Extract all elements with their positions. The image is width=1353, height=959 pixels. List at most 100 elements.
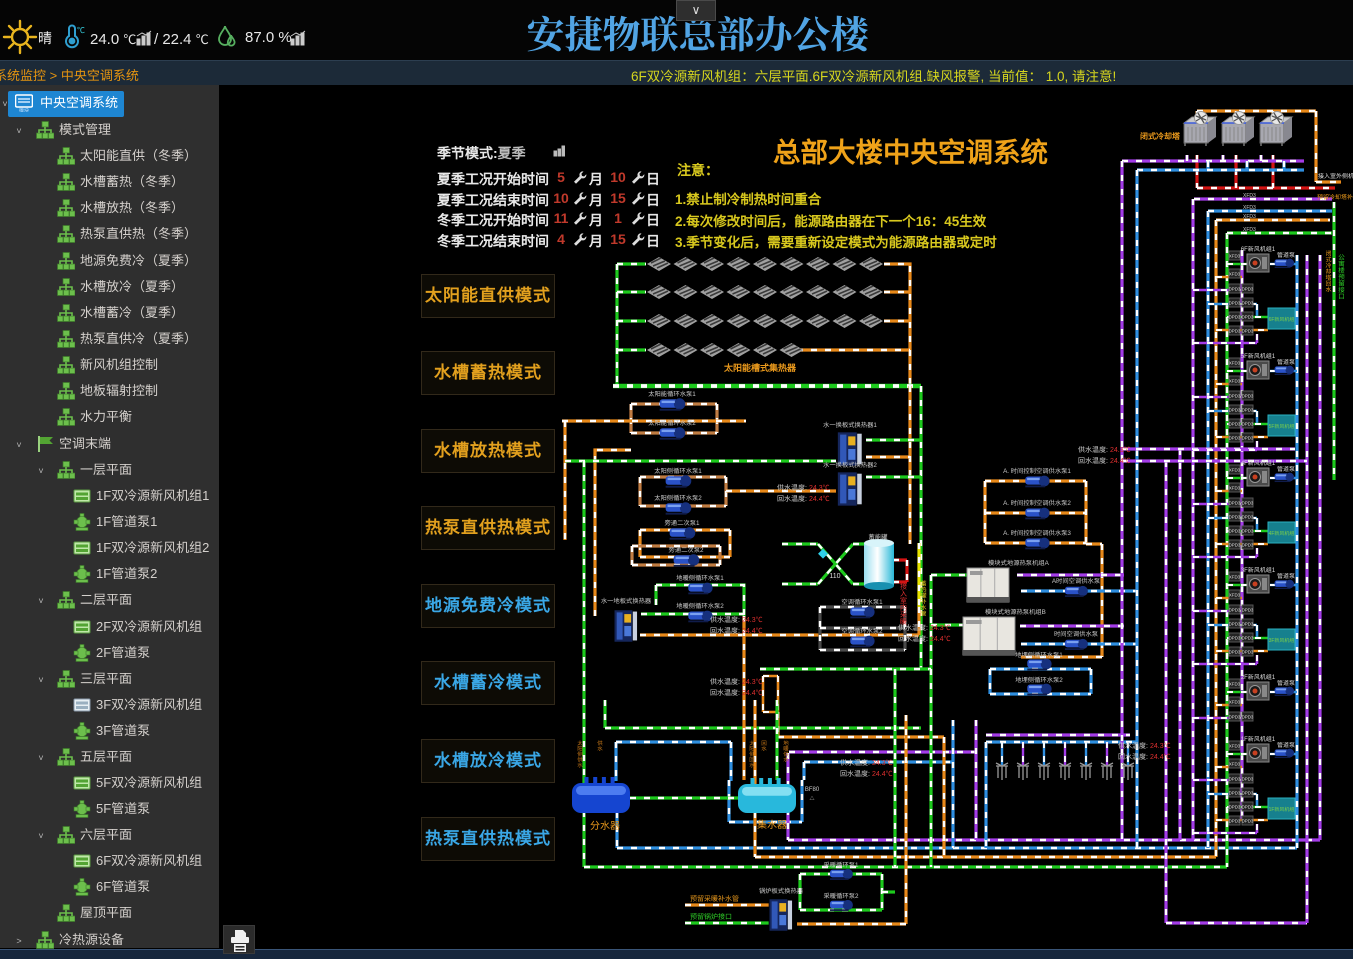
svg-text:集水器: 集水器 xyxy=(757,819,787,831)
svg-text:24.3℃: 24.3℃ xyxy=(930,624,951,632)
svg-text:XFD3: XFD3 xyxy=(1229,379,1241,384)
svg-text:时间空调供水泵: 时间空调供水泵 xyxy=(1054,630,1099,638)
svg-text:预留采暖补水管: 预留采暖补水管 xyxy=(690,895,739,903)
svg-text:DPD3: DPD3 xyxy=(1242,408,1254,413)
svg-text:DPD3: DPD3 xyxy=(1229,543,1241,548)
svg-text:太阳侧供水: 太阳侧供水 xyxy=(576,740,583,768)
svg-text:A. 时间控制空调供水泵3: A. 时间控制空调供水泵3 xyxy=(1003,529,1071,537)
svg-text:DPD3: DPD3 xyxy=(1229,436,1241,441)
svg-text:4F新风机组: 4F新风机组 xyxy=(1269,530,1295,537)
svg-text:采暖循环泵1: 采暖循环泵1 xyxy=(824,861,859,869)
svg-text:DPD3: DPD3 xyxy=(1242,329,1254,334)
svg-text:3F新风机组: 3F新风机组 xyxy=(1269,637,1295,644)
svg-text:DPD3: DPD3 xyxy=(1242,315,1254,320)
svg-text:DPD3: DPD3 xyxy=(1242,805,1254,810)
svg-text:接入室外侧机: 接入室外侧机 xyxy=(1318,172,1353,180)
svg-text:DPD3: DPD3 xyxy=(1229,636,1241,641)
svg-text:BF80: BF80 xyxy=(805,787,820,793)
svg-text:公寓楼预留接口: 公寓楼预留接口 xyxy=(1337,254,1345,300)
svg-text:供水温度:: 供水温度: xyxy=(1078,446,1108,454)
svg-text:XFD3: XFD3 xyxy=(1243,214,1256,220)
svg-text:DPD3: DPD3 xyxy=(1229,408,1241,413)
svg-text:24.4℃: 24.4℃ xyxy=(1150,753,1171,761)
svg-text:DPD3: DPD3 xyxy=(1242,501,1254,506)
svg-text:DPD3: DPD3 xyxy=(1242,791,1254,796)
svg-text:XFD3: XFD3 xyxy=(1229,361,1241,366)
svg-text:XFD3: XFD3 xyxy=(1229,468,1241,473)
svg-text:预留锅炉接口: 预留锅炉接口 xyxy=(690,913,732,921)
svg-text:太阳侧循环水泵2: 太阳侧循环水泵2 xyxy=(654,494,702,502)
svg-text:太阳侧循环水泵1: 太阳侧循环水泵1 xyxy=(654,467,702,475)
svg-text:水一换板式换热器2: 水一换板式换热器2 xyxy=(823,461,877,469)
svg-text:℃: ℃ xyxy=(77,26,85,35)
svg-text:1F新风机组1: 1F新风机组1 xyxy=(1241,735,1276,743)
svg-text:回水温度:: 回水温度: xyxy=(1078,457,1108,465)
svg-text:5F新风机组: 5F新风机组 xyxy=(1269,423,1295,430)
svg-text:XFD3: XFD3 xyxy=(1243,193,1256,199)
svg-text:24.4℃: 24.4℃ xyxy=(1110,457,1131,465)
svg-text:DPD3: DPD3 xyxy=(1242,529,1254,534)
svg-text:供水温度:: 供水温度: xyxy=(710,678,740,686)
svg-text:△: △ xyxy=(809,795,814,802)
svg-text:DPD3: DPD3 xyxy=(1229,819,1241,824)
svg-text:模块式地源热泵机组A: 模块式地源热泵机组A xyxy=(988,559,1050,567)
svg-text:管道泵: 管道泵 xyxy=(1277,358,1295,366)
svg-text:管道泵: 管道泵 xyxy=(1277,251,1295,259)
svg-text:DPD3: DPD3 xyxy=(1229,515,1241,520)
svg-text:DPD3: DPD3 xyxy=(1229,650,1241,655)
svg-text:XFD3: XFD3 xyxy=(1229,762,1241,767)
svg-text:DPD3: DPD3 xyxy=(1229,315,1241,320)
svg-text:24.3℃: 24.3℃ xyxy=(1150,742,1171,750)
svg-text:管道泵: 管道泵 xyxy=(1277,465,1295,473)
svg-text:蓄能罐: 蓄能罐 xyxy=(869,533,889,541)
svg-text:太阳能槽式集热器: 太阳能槽式集热器 xyxy=(723,363,797,373)
svg-text:24.4℃: 24.4℃ xyxy=(872,770,893,778)
svg-text:太阳侧回水: 太阳侧回水 xyxy=(748,740,755,768)
svg-text:地暖供水: 地暖供水 xyxy=(782,740,789,763)
svg-text:DPD3: DPD3 xyxy=(1242,422,1254,427)
svg-text:A. 时间控制空调供水泵1: A. 时间控制空调供水泵1 xyxy=(1003,467,1071,475)
svg-text:A时间空调供水泵: A时间空调供水泵 xyxy=(1052,577,1101,585)
svg-text:DPD3: DPD3 xyxy=(1229,501,1241,506)
svg-text:供水温度:: 供水温度: xyxy=(777,484,807,492)
svg-text:XFD3: XFD3 xyxy=(1229,254,1241,259)
svg-text:蓄热罐补水管: 蓄热罐补水管 xyxy=(919,579,926,616)
svg-text:供水温度:: 供水温度: xyxy=(1118,742,1148,750)
svg-text:6F新风机组: 6F新风机组 xyxy=(1269,316,1295,323)
svg-text:模块: 模块 xyxy=(19,107,29,112)
svg-text:DPD3: DPD3 xyxy=(1242,636,1254,641)
svg-text:DPD3: DPD3 xyxy=(1242,715,1254,720)
svg-text:XFD3: XFD3 xyxy=(1229,486,1241,491)
svg-text:回水温度:: 回水温度: xyxy=(710,627,740,635)
svg-text:24.3℃: 24.3℃ xyxy=(1110,446,1131,454)
svg-text:太阳能循环水泵1: 太阳能循环水泵1 xyxy=(648,390,696,398)
svg-text:回水温度:: 回水温度: xyxy=(777,495,807,503)
svg-text:DPD3: DPD3 xyxy=(1229,529,1241,534)
svg-text:24.4℃: 24.4℃ xyxy=(930,635,951,643)
svg-text:DPD3: DPD3 xyxy=(1229,394,1241,399)
svg-text:XFD3: XFD3 xyxy=(1243,227,1256,233)
svg-text:回水温度:: 回水温度: xyxy=(710,689,740,697)
svg-text:回水: 回水 xyxy=(760,740,767,752)
svg-text:XFD3: XFD3 xyxy=(1229,700,1241,705)
svg-text:24.3℃: 24.3℃ xyxy=(742,616,763,624)
svg-text:DPD3: DPD3 xyxy=(1242,777,1254,782)
svg-text:24.4℃: 24.4℃ xyxy=(809,495,830,503)
svg-text:DPD3: DPD3 xyxy=(1229,805,1241,810)
svg-text:模块式地源热泵机组B: 模块式地源热泵机组B xyxy=(985,608,1046,616)
svg-text:供水温度:: 供水温度: xyxy=(710,616,740,624)
svg-text:供水: 供水 xyxy=(596,740,603,752)
svg-text:采暖循环泵2: 采暖循环泵2 xyxy=(824,892,859,900)
svg-text:DPD3: DPD3 xyxy=(1229,301,1241,306)
svg-text:DPD3: DPD3 xyxy=(1242,608,1254,613)
svg-text:1F新风机组: 1F新风机组 xyxy=(1269,806,1295,813)
svg-text:DPD3: DPD3 xyxy=(1242,436,1254,441)
svg-text:DPD3: DPD3 xyxy=(1242,515,1254,520)
svg-text:空调循环水泵1: 空调循环水泵1 xyxy=(841,598,883,606)
svg-text:DPD3: DPD3 xyxy=(1229,287,1241,292)
svg-text:锅炉板式换热器: 锅炉板式换热器 xyxy=(759,887,804,895)
svg-text:DPD3: DPD3 xyxy=(1229,777,1241,782)
svg-text:DPD3: DPD3 xyxy=(1242,650,1254,655)
svg-text:太阳能循环水泵2: 太阳能循环水泵2 xyxy=(648,419,696,427)
svg-text:DPD3: DPD3 xyxy=(1242,394,1254,399)
